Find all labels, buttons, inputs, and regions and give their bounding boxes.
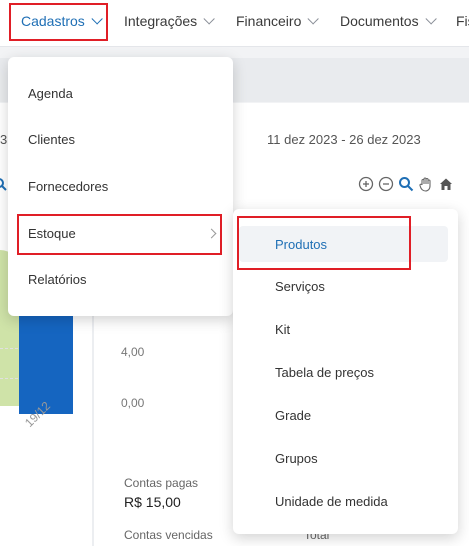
submenu-item-label: Grade xyxy=(275,407,312,423)
cadastros-menu: Agenda Clientes Fornecedores Estoque Rel… xyxy=(8,57,233,316)
magnifier-icon[interactable] xyxy=(398,176,414,192)
zoom-in-circle-icon[interactable] xyxy=(358,176,374,192)
paid-value: R$ 15,00 xyxy=(124,494,181,510)
highlight-produtos xyxy=(237,216,411,270)
submenu-item-grade[interactable]: Grade xyxy=(233,401,458,429)
nav-financeiro-label: Financeiro xyxy=(236,13,302,29)
overdue-label: Contas vencidas xyxy=(124,528,213,542)
nav-financeiro[interactable]: Financeiro xyxy=(236,13,320,29)
submenu-item-label: Unidade de medida xyxy=(275,493,388,509)
chart-toolbar xyxy=(358,176,454,192)
submenu-item-kit[interactable]: Kit xyxy=(233,315,458,343)
submenu-item-grupos[interactable]: Grupos xyxy=(233,444,458,472)
dashboard-divider xyxy=(92,300,94,546)
partial-left-text: 3 xyxy=(0,132,8,147)
date-range: 11 dez 2023 - 26 dez 2023 xyxy=(267,132,421,147)
menu-item-fornecedores[interactable]: Fornecedores xyxy=(8,172,233,200)
gridline xyxy=(0,378,18,379)
zoom-out-circle-icon[interactable] xyxy=(378,176,394,192)
paid-label: Contas pagas xyxy=(124,476,199,490)
search-icon-partial xyxy=(0,178,7,191)
chevron-down-icon xyxy=(307,13,320,25)
menu-item-label: Fornecedores xyxy=(28,178,109,194)
menu-item-label: Agenda xyxy=(28,85,73,101)
pan-hand-icon[interactable] xyxy=(418,176,434,192)
menu-item-label: Relatórios xyxy=(28,271,87,287)
chevron-down-icon xyxy=(425,13,437,25)
menu-item-agenda[interactable]: Agenda xyxy=(8,79,233,107)
menu-item-clientes[interactable]: Clientes xyxy=(8,125,233,153)
y-tick-label: 0,00 xyxy=(121,396,145,410)
submenu-item-label: Grupos xyxy=(275,450,318,466)
highlight-estoque xyxy=(17,214,222,255)
submenu-item-label: Tabela de preços xyxy=(275,364,375,380)
chevron-down-icon xyxy=(203,13,215,25)
highlight-cadastros xyxy=(9,3,108,41)
nav-integracoes[interactable]: Integrações xyxy=(124,13,215,29)
submenu-item-label: Kit xyxy=(275,321,291,337)
menu-item-label: Clientes xyxy=(28,131,75,147)
y-tick-label: 4,00 xyxy=(121,345,145,359)
nav-fiscal-partial[interactable]: Fis xyxy=(456,13,469,29)
nav-integracoes-label: Integrações xyxy=(124,13,198,29)
home-icon[interactable] xyxy=(438,176,454,192)
nav-documentos-label: Documentos xyxy=(340,13,419,29)
chart-bar xyxy=(19,300,73,414)
menu-item-relatorios[interactable]: Relatórios xyxy=(8,265,233,293)
submenu-item-unidade-medida[interactable]: Unidade de medida xyxy=(233,487,458,515)
submenu-item-tabela-precos[interactable]: Tabela de preços xyxy=(233,358,458,386)
gridline xyxy=(0,348,18,349)
submenu-item-servicos[interactable]: Serviços xyxy=(233,272,458,300)
nav-fiscal-label: Fis xyxy=(456,13,469,29)
submenu-item-label: Serviços xyxy=(275,278,325,294)
nav-documentos[interactable]: Documentos xyxy=(340,13,437,29)
